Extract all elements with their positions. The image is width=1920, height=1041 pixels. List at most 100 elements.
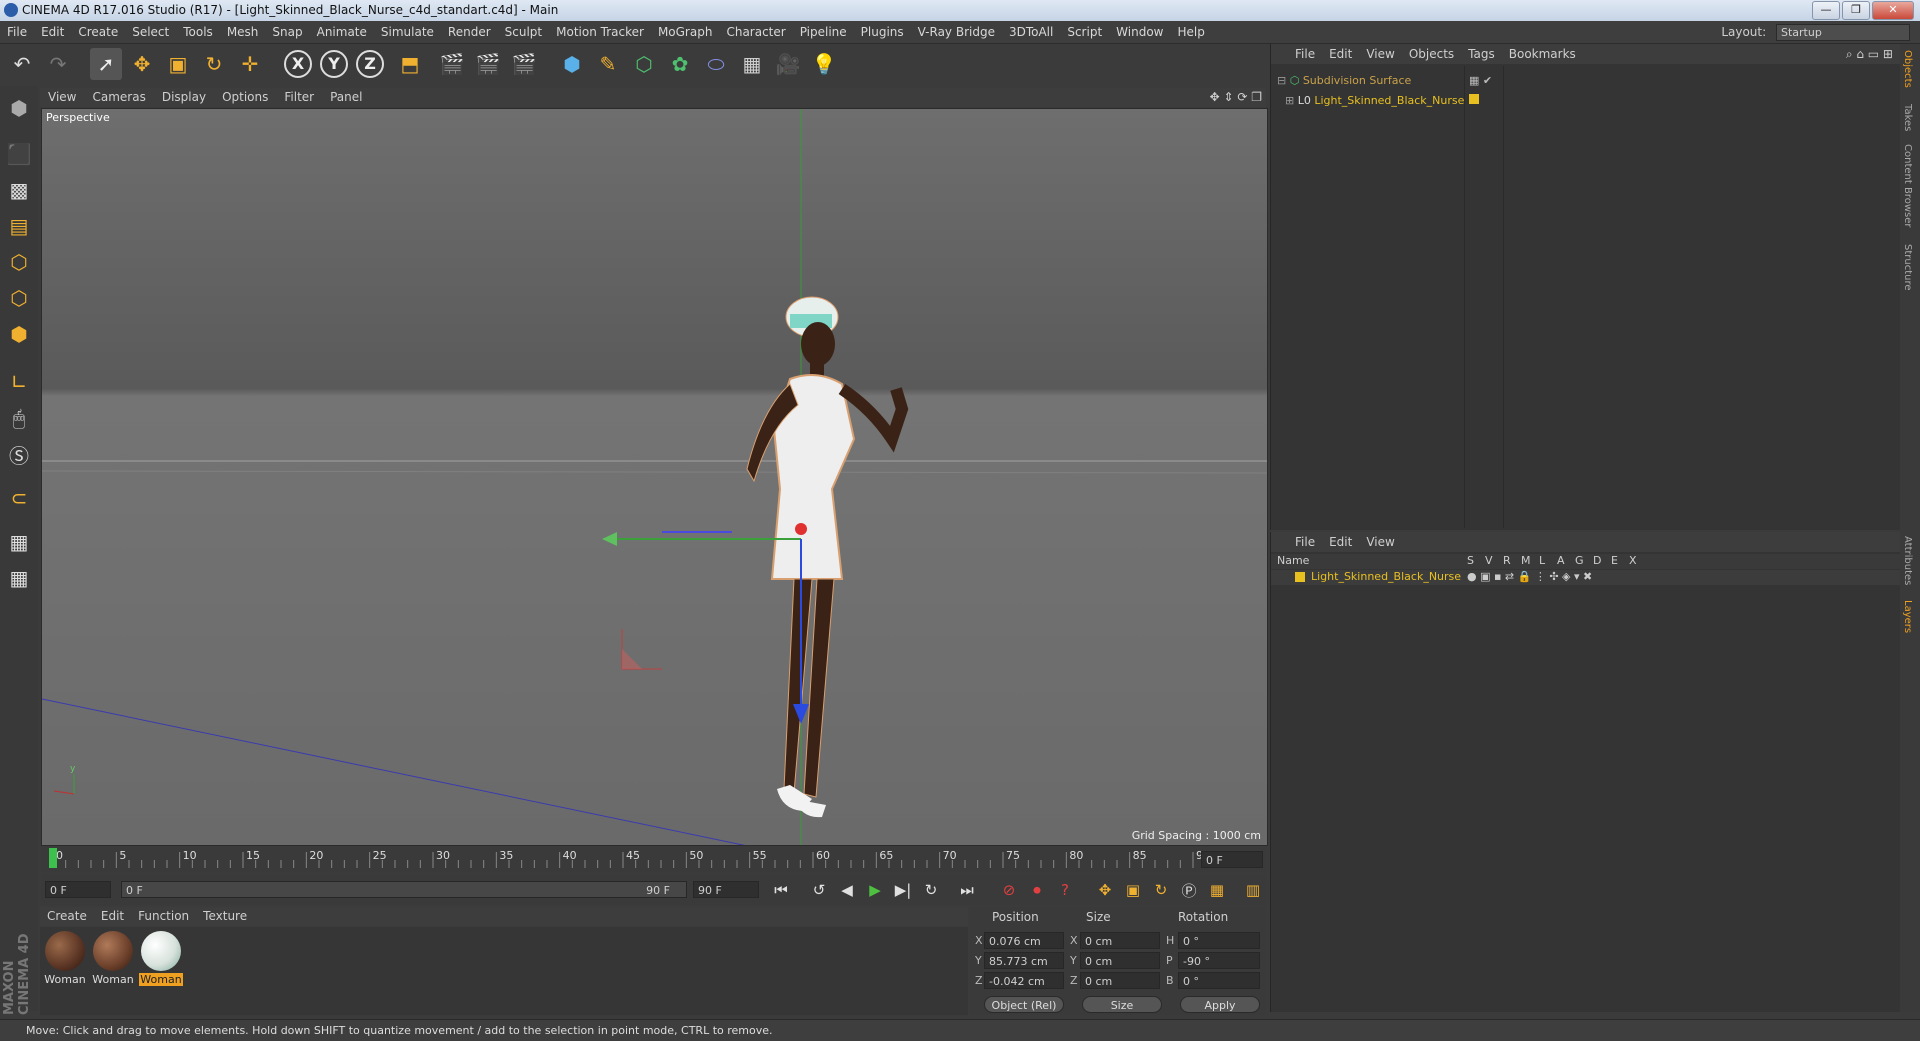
tab-takes[interactable]: Takes xyxy=(1902,104,1913,131)
render-picture-viewer-icon[interactable]: 🎬 xyxy=(472,48,504,80)
menu-create[interactable]: Create xyxy=(71,21,125,43)
goto-end-icon[interactable]: ⏭ xyxy=(955,879,979,901)
layer-flag-icons[interactable]: ● ▣ ▪ ⇄ 🔒 ⋮ ✣ ◈ ▾ ✖ xyxy=(1467,570,1592,583)
subdivision-surface-icon[interactable]: ⬡ xyxy=(628,48,660,80)
planar-workplane-icon[interactable]: ▦ xyxy=(3,562,35,594)
objects-menu-file[interactable]: File xyxy=(1271,44,1322,64)
preview-range-slider[interactable]: 0 F 90 F xyxy=(121,881,687,898)
end-frame-field[interactable]: 90 F xyxy=(693,881,759,898)
undo-icon[interactable]: ↶ xyxy=(6,48,38,80)
key-parameter-icon[interactable]: Ⓟ xyxy=(1177,879,1201,901)
collapse-icon[interactable]: ⊟ xyxy=(1277,74,1286,87)
material-swatch-selected[interactable]: Woman xyxy=(139,931,183,986)
record-icon[interactable]: ⊘ xyxy=(997,879,1021,901)
size-y-field[interactable]: 0 cm xyxy=(1080,952,1160,969)
menu-render[interactable]: Render xyxy=(441,21,498,43)
objects-menu-view[interactable]: View xyxy=(1359,44,1401,64)
key-scale-icon[interactable]: ▣ xyxy=(1121,879,1145,901)
key-position-icon[interactable]: ✥ xyxy=(1093,879,1117,901)
menu-help[interactable]: Help xyxy=(1170,21,1211,43)
polygons-mode-icon[interactable]: ⬢ xyxy=(3,318,35,350)
layers-menu-edit[interactable]: Edit xyxy=(1322,532,1359,552)
material-menu-create[interactable]: Create xyxy=(40,907,94,926)
position-x-field[interactable]: 0.076 cm xyxy=(984,932,1064,949)
expand-icon[interactable]: ⊞ xyxy=(1285,94,1294,107)
objects-menu-bookmarks[interactable]: Bookmarks xyxy=(1502,44,1583,64)
previous-key-icon[interactable]: ↺ xyxy=(807,879,831,901)
transform-tool-icon[interactable]: ✛ xyxy=(234,48,266,80)
model-mode-icon[interactable]: ⬛ xyxy=(3,138,35,170)
next-frame-icon[interactable]: ▶| xyxy=(891,879,915,901)
start-frame-field[interactable]: 0 F xyxy=(45,881,111,898)
next-key-icon[interactable]: ↻ xyxy=(919,879,943,901)
cloner-icon[interactable]: ✿ xyxy=(664,48,696,80)
timeline-ruler[interactable]: 051015202530354045505560657075808590 0 F xyxy=(41,846,1266,872)
previous-frame-icon[interactable]: ◀ xyxy=(835,879,859,901)
object-manager-search-icon[interactable]: ⌕ ⌂ ▭ ⊞ xyxy=(1846,44,1893,64)
menu-snap[interactable]: Snap xyxy=(265,21,309,43)
material-menu-texture[interactable]: Texture xyxy=(196,907,254,926)
x-axis-lock-icon[interactable]: X xyxy=(282,48,314,80)
rotate-tool-icon[interactable]: ↻ xyxy=(198,48,230,80)
size-z-field[interactable]: 0 cm xyxy=(1080,972,1160,989)
render-view-icon[interactable]: 🎬 xyxy=(436,48,468,80)
size-x-field[interactable]: 0 cm xyxy=(1080,932,1160,949)
tab-attributes[interactable]: Attributes xyxy=(1902,536,1913,585)
material-swatch[interactable]: Woman xyxy=(91,931,135,986)
scale-tool-icon[interactable]: ▣ xyxy=(162,48,194,80)
material-menu-edit[interactable]: Edit xyxy=(94,907,131,926)
lock-workplane-icon[interactable]: ▦ xyxy=(3,526,35,558)
edges-mode-icon[interactable]: ⬡ xyxy=(3,282,35,314)
viewport-menu-cameras[interactable]: Cameras xyxy=(84,88,153,107)
viewport-menu-view[interactable]: View xyxy=(40,88,84,107)
viewport-navigation-icons[interactable]: ✥ ⇕ ⟳ ❐ xyxy=(1210,88,1262,107)
keyframe-selection-icon[interactable]: ? xyxy=(1053,879,1077,901)
objects-menu-objects[interactable]: Objects xyxy=(1402,44,1461,64)
make-editable-icon[interactable]: ⬢ xyxy=(3,92,35,124)
menu-3dtoall[interactable]: 3DToAll xyxy=(1002,21,1060,43)
redo-icon[interactable]: ↷ xyxy=(42,48,74,80)
menu-edit[interactable]: Edit xyxy=(34,21,71,43)
deformer-icon[interactable]: ⬭ xyxy=(700,48,732,80)
object-row-subdivision[interactable]: ⊟ ⬡ Subdivision Surface xyxy=(1277,74,1411,87)
menu-character[interactable]: Character xyxy=(719,21,792,43)
close-button[interactable]: ✕ xyxy=(1872,1,1914,20)
maximize-button[interactable]: ❐ xyxy=(1842,1,1870,20)
layer-color-swatch[interactable] xyxy=(1295,572,1305,582)
layout-dropdown[interactable]: Startup xyxy=(1776,24,1910,41)
autokey-icon[interactable]: ⏺ xyxy=(1025,879,1049,901)
menu-vray-bridge[interactable]: V-Ray Bridge xyxy=(911,21,1002,43)
floor-scene-icon[interactable]: ▦ xyxy=(736,48,768,80)
menu-script[interactable]: Script xyxy=(1060,21,1109,43)
y-axis-lock-icon[interactable]: Y xyxy=(318,48,350,80)
current-frame-field[interactable]: 0 F xyxy=(1201,851,1263,868)
viewport-menu-filter[interactable]: Filter xyxy=(276,88,322,107)
menu-pipeline[interactable]: Pipeline xyxy=(793,21,854,43)
menu-motion-tracker[interactable]: Motion Tracker xyxy=(549,21,651,43)
coordinate-mode-dropdown[interactable]: Object (Rel) xyxy=(984,996,1064,1013)
object-row-nurse-layer[interactable] xyxy=(1469,94,1479,107)
menu-plugins[interactable]: Plugins xyxy=(854,21,911,43)
object-row-subdivision-flags[interactable]: ▦ ✔ xyxy=(1469,74,1492,87)
tab-content-browser[interactable]: Content Browser xyxy=(1902,144,1913,227)
objects-menu-tags[interactable]: Tags xyxy=(1461,44,1502,64)
snap-icon[interactable]: Ⓢ xyxy=(3,438,35,470)
texture-mode-icon[interactable]: ▩ xyxy=(3,174,35,206)
render-settings-icon[interactable]: 🎬 xyxy=(508,48,540,80)
menu-select[interactable]: Select xyxy=(125,21,176,43)
size-mode-dropdown[interactable]: Size xyxy=(1082,996,1162,1013)
viewport-menu-panel[interactable]: Panel xyxy=(322,88,370,107)
points-mode-icon[interactable]: ⬡ xyxy=(3,246,35,278)
key-pla-icon[interactable]: ▦ xyxy=(1205,879,1229,901)
workplane-mode-icon[interactable]: ▤ xyxy=(3,210,35,242)
axis-mode-icon[interactable]: ∟ xyxy=(3,366,35,398)
play-icon[interactable]: ▶ xyxy=(863,879,887,901)
object-row-nurse[interactable]: ⊞ L0 Light_Skinned_Black_Nurse xyxy=(1285,94,1464,107)
magnet-icon[interactable]: ⊂ xyxy=(3,482,35,514)
menu-animate[interactable]: Animate xyxy=(310,21,374,43)
layers-menu-file[interactable]: File xyxy=(1271,532,1322,552)
tab-layers[interactable]: Layers xyxy=(1902,600,1913,633)
minimize-button[interactable]: — xyxy=(1812,1,1840,20)
layers-menu-view[interactable]: View xyxy=(1359,532,1401,552)
menu-mograph[interactable]: MoGraph xyxy=(651,21,720,43)
